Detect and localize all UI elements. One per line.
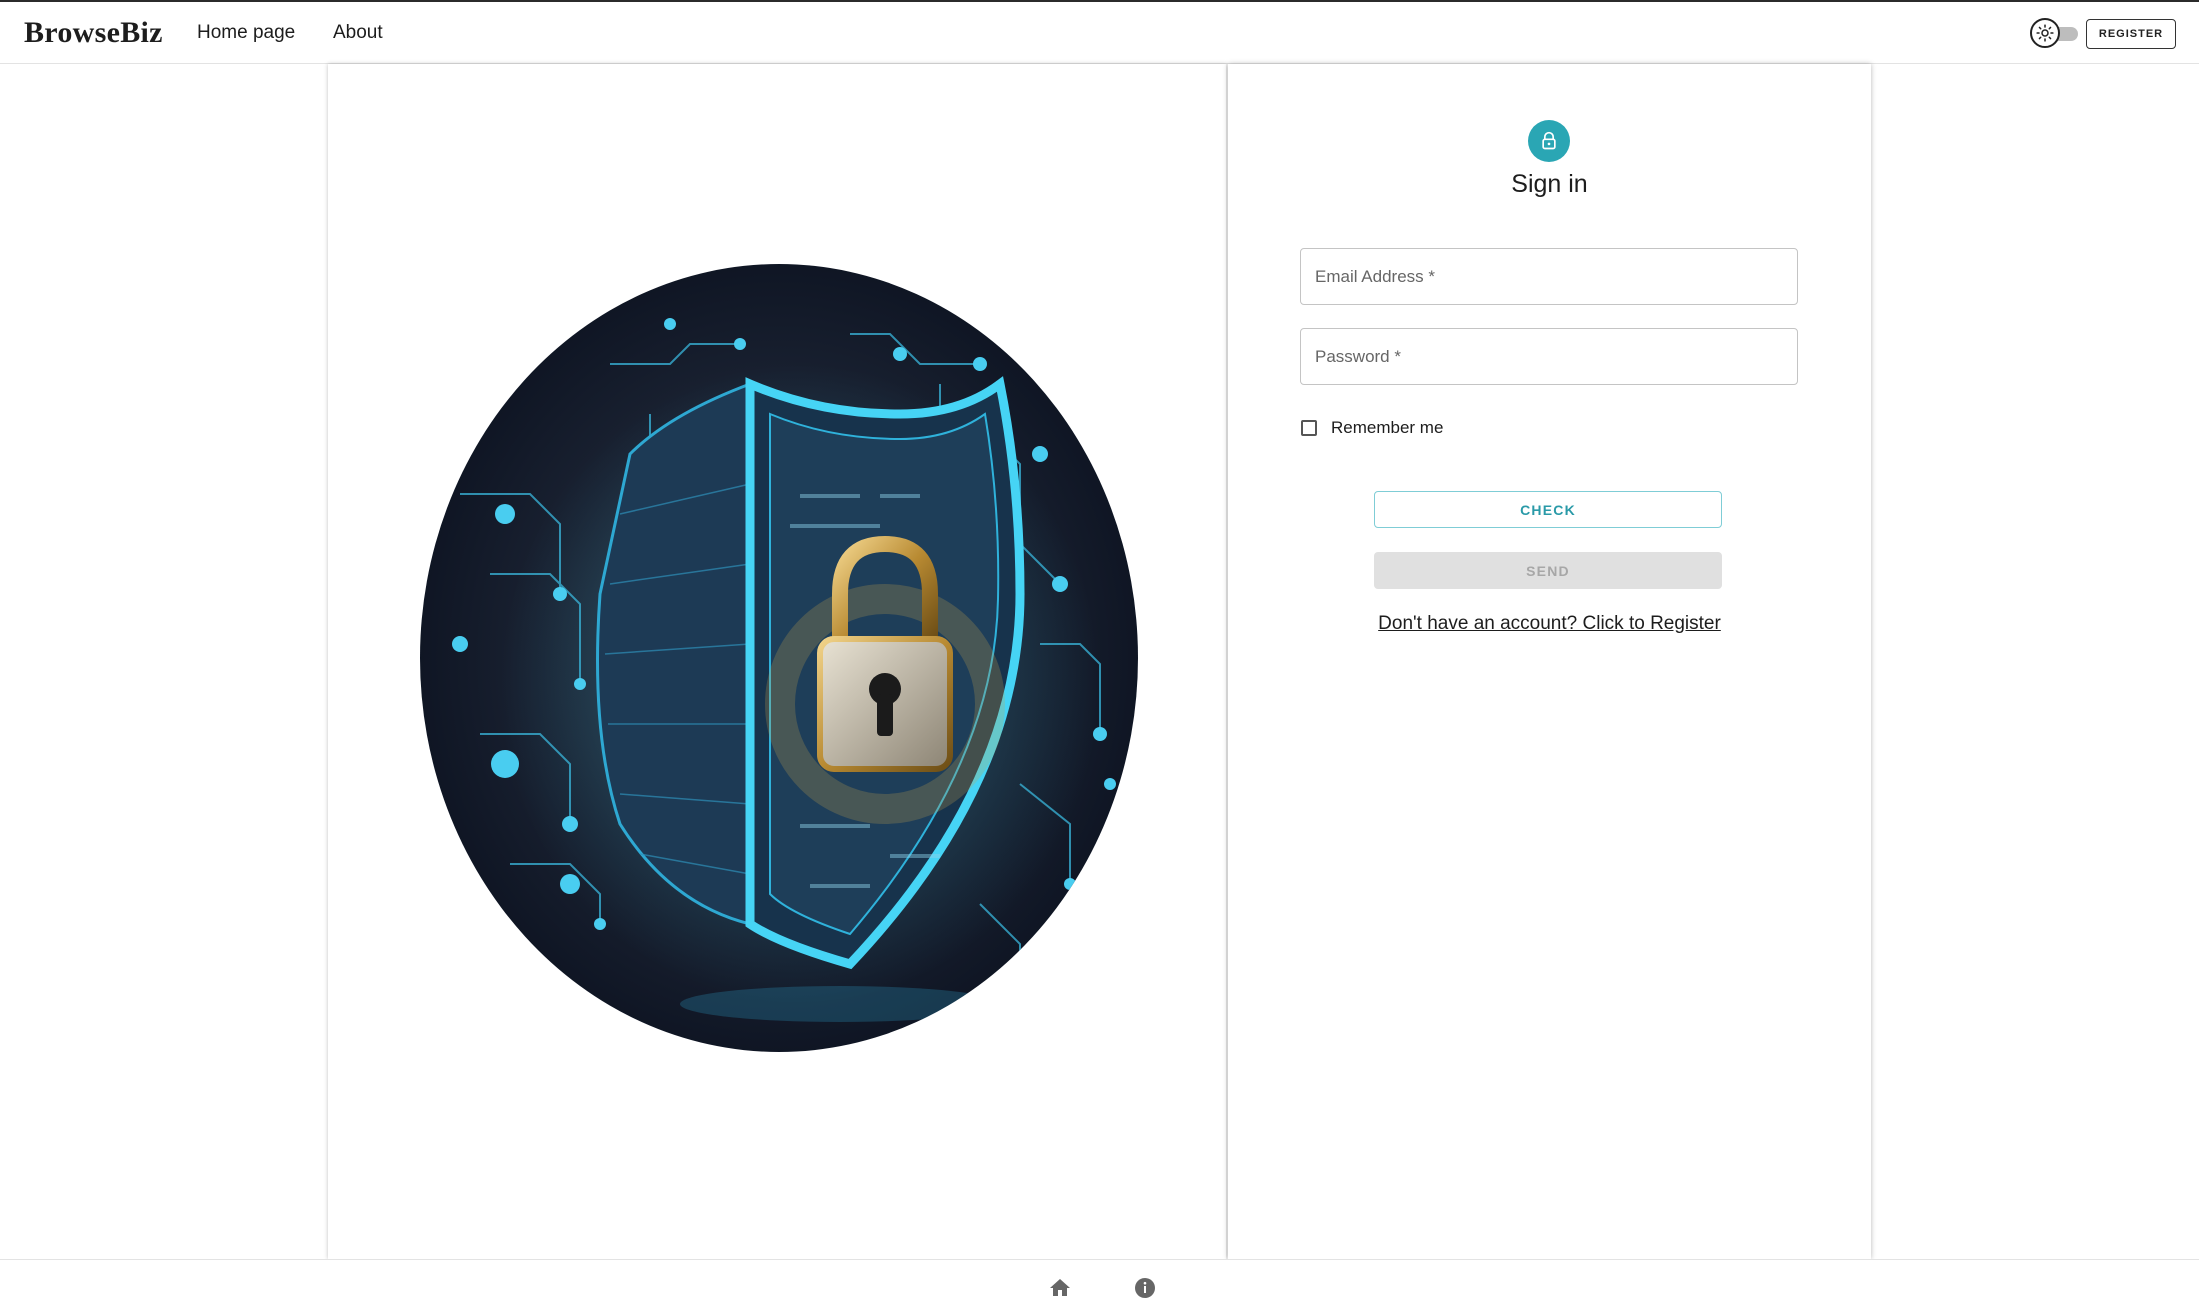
info-icon[interactable] (1133, 1276, 1157, 1300)
bottom-nav (0, 1259, 2199, 1314)
shield-padlock-illustration (420, 264, 1138, 1052)
signin-title: Sign in (1511, 170, 1588, 198)
register-link[interactable]: Don't have an account? Click to Register (1228, 613, 1871, 635)
home-icon[interactable] (1048, 1276, 1072, 1300)
brand-logo[interactable]: BrowseBiz (24, 16, 163, 50)
lock-icon (1542, 131, 1556, 150)
nav-about-link[interactable]: About (333, 22, 383, 44)
signin-avatar (1528, 120, 1570, 162)
app-bar: BrowseBiz Home page About REGISTER (0, 0, 2199, 64)
register-button[interactable]: REGISTER (2086, 19, 2176, 49)
email-input[interactable] (1301, 249, 1797, 304)
remember-me[interactable]: Remember me (1301, 418, 1443, 438)
password-field[interactable] (1300, 328, 1798, 385)
send-button[interactable]: SEND (1374, 552, 1722, 589)
sun-icon (2036, 24, 2054, 42)
toggle-thumb[interactable] (2030, 18, 2060, 48)
password-input[interactable] (1301, 329, 1797, 384)
check-button[interactable]: CHECK (1374, 491, 1722, 528)
nav-home-link[interactable]: Home page (197, 22, 295, 44)
remember-checkbox[interactable] (1301, 420, 1317, 436)
remember-label: Remember me (1331, 418, 1444, 437)
illustration-panel (328, 64, 1226, 1259)
signin-panel: Sign in Remember me CHECK SEND Don't hav… (1228, 64, 1871, 1259)
email-field[interactable] (1300, 248, 1798, 305)
theme-toggle[interactable] (2030, 18, 2082, 50)
